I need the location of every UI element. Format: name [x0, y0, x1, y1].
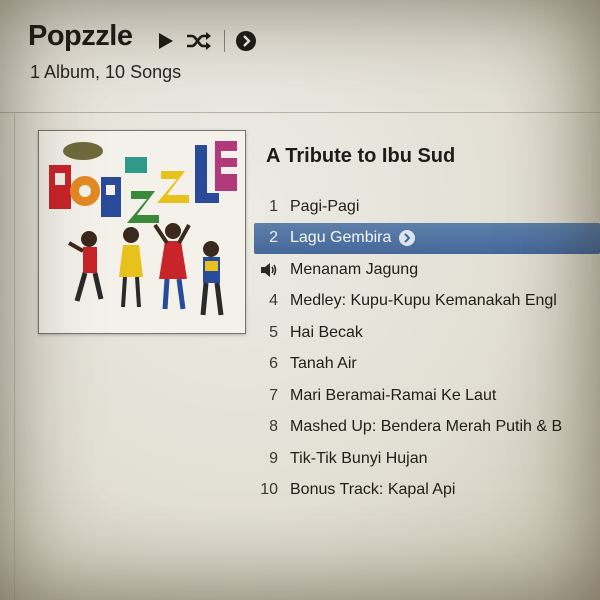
arrow-circle-icon[interactable] — [235, 30, 257, 52]
track-row[interactable]: 8 Mashed Up: Bendera Merah Putih & B — [254, 412, 600, 444]
track-title: Menanam Jagung — [290, 260, 419, 278]
controls-divider — [224, 30, 225, 52]
pane-border — [14, 112, 15, 600]
track-title: Lagu Gembira — [290, 229, 392, 247]
track-number: 9 — [269, 449, 278, 467]
album-title: A Tribute to Ibu Sud — [266, 145, 456, 167]
track-title: Tanah Air — [290, 355, 357, 373]
track-title: Hai Becak — [290, 323, 363, 341]
track-title: Tik-Tik Bunyi Hujan — [290, 449, 428, 467]
play-icon[interactable] — [158, 32, 174, 50]
speaker-icon — [254, 262, 290, 277]
track-title: Mashed Up: Bendera Merah Putih & B — [290, 418, 563, 436]
track-number: 7 — [269, 386, 278, 404]
track-title: Mari Beramai-Ramai Ke Laut — [290, 386, 497, 404]
track-number: 8 — [269, 418, 278, 436]
track-row[interactable]: 10 Bonus Track: Kapal Api — [254, 475, 600, 507]
track-number: 10 — [260, 481, 278, 499]
album-song-count: 1 Album, 10 Songs — [30, 62, 182, 82]
shuffle-icon[interactable] — [186, 31, 212, 51]
track-number: 2 — [269, 229, 278, 247]
album-cover-art — [39, 131, 245, 333]
track-list: 1 Pagi-Pagi 2 Lagu Gembira Menanam Jagun… — [254, 191, 600, 506]
track-title: Pagi-Pagi — [290, 197, 360, 215]
track-row-selected[interactable]: 2 Lagu Gembira — [254, 222, 600, 254]
track-number: 5 — [269, 323, 278, 341]
track-number: 4 — [269, 292, 278, 310]
track-row[interactable]: 5 Hai Becak — [254, 317, 600, 349]
track-row-playing[interactable]: Menanam Jagung — [254, 254, 600, 286]
track-row[interactable]: 9 Tik-Tik Bunyi Hujan — [254, 443, 600, 475]
track-row[interactable]: 1 Pagi-Pagi — [254, 191, 600, 223]
track-number: 6 — [269, 355, 278, 373]
go-to-arrow-icon[interactable] — [399, 230, 416, 247]
track-row[interactable]: 4 Medley: Kupu-Kupu Kemanakah Engl — [254, 286, 600, 318]
track-row[interactable]: 7 Mari Beramai-Ramai Ke Laut — [254, 380, 600, 412]
playback-controls — [158, 28, 269, 54]
artist-title: Popzzle — [28, 20, 133, 52]
track-title: Medley: Kupu-Kupu Kemanakah Engl — [290, 292, 557, 310]
track-row[interactable]: 6 Tanah Air — [254, 349, 600, 381]
track-number: 1 — [269, 197, 278, 215]
itunes-album-view: Popzzle 1 Album, 10 Songs A Tribute to I… — [0, 0, 600, 600]
header-divider — [0, 112, 600, 113]
track-title: Bonus Track: Kapal Api — [290, 481, 456, 499]
album-cover[interactable] — [38, 130, 246, 334]
